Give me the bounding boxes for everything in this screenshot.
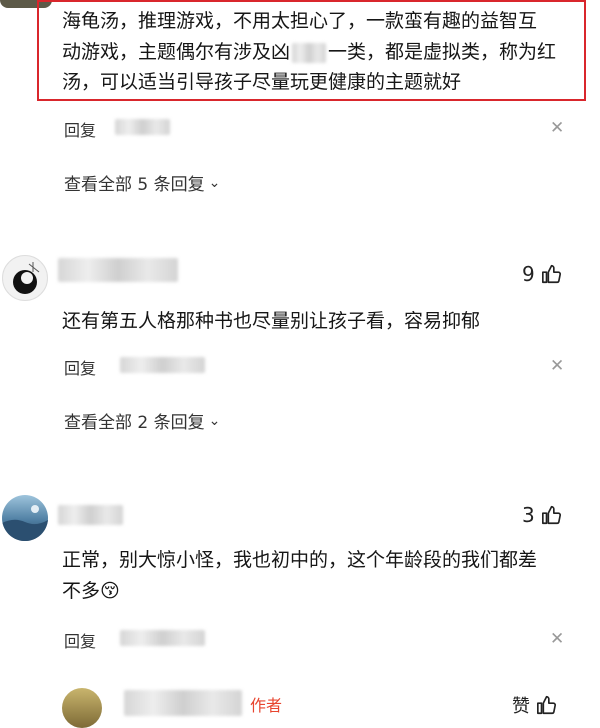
chevron-down-icon: ⌄ [208,412,221,429]
redacted-timestamp [120,630,205,646]
comment-text: 还有第五人格那种书也尽量别让孩子看，容易抑郁 [62,310,481,332]
redacted-username [58,505,123,525]
like-count: 9 [522,262,535,286]
avatar[interactable] [62,688,102,728]
avatar[interactable] [2,255,48,301]
landscape-avatar-icon [2,505,48,541]
comment-text-line3: 汤，可以适当引导孩子尽量玩更健康的主题就好 [62,71,462,93]
like-label: 赞 [512,696,530,717]
comment-text-line1: 正常，别大惊小怪，我也初中的，这个年龄段的我们都差 [62,549,538,571]
author-badge: 作者 [250,696,283,715]
close-icon[interactable]: ✕ [550,356,564,376]
avatar[interactable] [2,495,48,541]
like-count: 3 [522,503,535,527]
thumbs-up-icon [541,264,561,284]
thumbs-up-icon [537,695,556,715]
reply-button[interactable]: 回复 [64,355,96,379]
view-all-replies-button[interactable]: 查看全部 5 条回复 ⌄ [64,170,221,196]
like-button[interactable]: 3 [522,503,563,527]
close-icon[interactable]: ✕ [550,629,564,649]
reply-button[interactable]: 回复 [64,628,96,652]
redacted-timestamp [120,357,205,373]
redacted-username [124,690,242,716]
thumbs-up-icon [541,505,561,525]
view-all-replies-label: 查看全部 2 条回复 [64,413,205,433]
kissing-face-emoji-icon: 😚 [100,580,120,602]
redacted-word [292,42,327,63]
reply-button[interactable]: 回复 [64,117,96,141]
view-all-replies-label: 查看全部 5 条回复 [64,175,205,195]
yin-yang-avatar-icon [13,262,40,294]
redacted-timestamp [115,119,170,135]
chevron-down-icon: ⌄ [208,174,221,191]
like-button[interactable]: 9 [522,262,563,286]
redacted-username [58,258,178,282]
view-all-replies-button[interactable]: 查看全部 2 条回复 ⌄ [64,408,221,434]
like-button[interactable]: 赞 [512,692,558,718]
comment-text-line2-text: 不多 [62,580,101,602]
comment-text-line2: 不多😚 [62,576,120,606]
comment-text-line1: 海龟汤，推理游戏，不用太担心了，一款蛮有趣的益智互 [62,10,538,32]
comment-text-line2-head: 动游戏，主题偶尔有涉及凶 [62,41,291,63]
comment-text-line2-tail: 一类，都是虚拟类，称为红 [328,41,557,63]
comment-text-line2: 动游戏，主题偶尔有涉及凶 一类，都是虚拟类，称为红 [62,37,556,67]
close-icon[interactable]: ✕ [550,118,564,138]
